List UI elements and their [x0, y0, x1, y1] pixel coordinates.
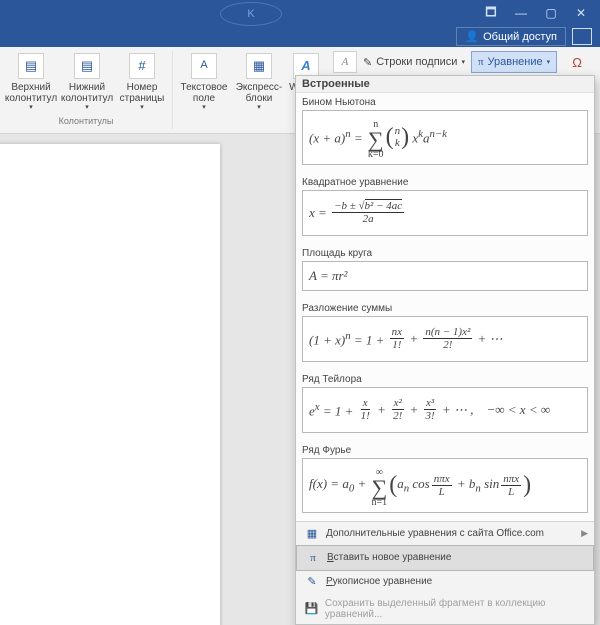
equation-item-quadratic[interactable]: Квадратное уравнение x = −b ± √b² − 4ac … [296, 173, 594, 244]
express-blocks-button[interactable]: ▦ Экспресс-блоки ▾ [233, 51, 285, 113]
comments-button[interactable] [572, 28, 592, 45]
share-label: Общий доступ [483, 31, 557, 43]
save-icon: 💾 [304, 601, 319, 617]
equation-gallery-dropdown: Встроенные Бином Ньютона (x + a)n = n∑k=… [295, 75, 595, 625]
minimize-button[interactable]: — [506, 1, 536, 25]
group-label: Колонтитулы [59, 116, 114, 127]
ribbon-right-symbols: A ✎ Строки подписи ▾ π Уравнение ▾ Ω [329, 51, 600, 73]
text-box-button[interactable]: A Текстовое поле ▾ [177, 51, 231, 113]
office-icon: ▦ [304, 526, 320, 542]
equation-item-taylor[interactable]: Ряд Тейлора ex = 1 + x1! + x²2! + x³3! +… [296, 370, 594, 441]
equation-item-fourier[interactable]: Ряд Фурье f(x) = a0 + ∞∑n=1 ( an cos nπx… [296, 441, 594, 521]
equation-preview: A = πr² [302, 261, 588, 291]
blocks-icon: ▦ [246, 53, 272, 79]
page-number-button[interactable]: # Номер страницы ▾ [116, 51, 168, 113]
equation-preview: (1 + x)n = 1 + nx1! + n(n − 1)x²2! + ⋯ [302, 316, 588, 362]
gallery-header: Встроенные [296, 76, 594, 93]
ribbon-group-header-footer: ▤ Верхний колонтитул ▾ ▤ Нижний колонтит… [0, 51, 173, 129]
document-page[interactable] [0, 144, 220, 625]
signature-icon: ✎ [363, 56, 372, 69]
bottom-header-button[interactable]: ▤ Нижний колонтитул ▾ [60, 51, 114, 113]
symbol-button[interactable]: Ω [563, 52, 591, 72]
insert-new-equation[interactable]: π Вставить новое уравнение [296, 545, 594, 571]
equation-item-circle-area[interactable]: Площадь круга A = πr² [296, 244, 594, 299]
restore-button[interactable]: ▢ [536, 1, 566, 25]
equation-preview: x = −b ± √b² − 4ac 2a [302, 190, 588, 236]
submenu-arrow-icon: ▶ [581, 528, 588, 539]
ink-equation[interactable]: ✎ Рукописное уравнение [296, 570, 594, 594]
ink-icon: ✎ [304, 574, 320, 590]
app-decoration: K [220, 2, 282, 26]
share-bar: 👤 Общий доступ [0, 26, 600, 47]
signature-line-button[interactable]: ✎ Строки подписи ▾ [363, 56, 465, 69]
more-equations-office-com[interactable]: ▦ Дополнительные уравнения с сайта Offic… [296, 522, 594, 546]
help-button[interactable]: 🗖 [476, 1, 506, 25]
equation-preview: (x + a)n = n∑k=0 (nk) xkan−k [302, 110, 588, 165]
share-button[interactable]: 👤 Общий доступ [456, 27, 566, 46]
save-to-equation-gallery: 💾 Сохранить выделенный фрагмент в коллек… [296, 594, 594, 624]
equation-button[interactable]: π Уравнение ▾ [471, 51, 557, 73]
close-button[interactable]: ✕ [566, 1, 596, 25]
equation-preview: ex = 1 + x1! + x²2! + x³3! + ⋯ , −∞ < x … [302, 387, 588, 433]
pi-icon: π [478, 56, 484, 68]
title-bar: K 🗖 — ▢ ✕ [0, 0, 600, 26]
hash-icon: # [129, 53, 155, 79]
user-icon: 👤 [465, 30, 479, 43]
pi-icon: π [305, 550, 321, 566]
equation-preview: f(x) = a0 + ∞∑n=1 ( an cos nπxL + bn sin… [302, 458, 588, 513]
dropcap-button[interactable]: A [333, 51, 357, 73]
textbox-icon: A [191, 53, 217, 79]
doc-icon: ▤ [18, 53, 44, 79]
equation-item-binomial[interactable]: Бином Ньютона (x + a)n = n∑k=0 (nk) xkan… [296, 93, 594, 173]
top-header-button[interactable]: ▤ Верхний колонтитул ▾ [4, 51, 58, 113]
equation-item-sum-expansion[interactable]: Разложение суммы (1 + x)n = 1 + nx1! + n… [296, 299, 594, 370]
gallery-footer: ▦ Дополнительные уравнения с сайта Offic… [296, 521, 594, 624]
doc-icon: ▤ [74, 53, 100, 79]
